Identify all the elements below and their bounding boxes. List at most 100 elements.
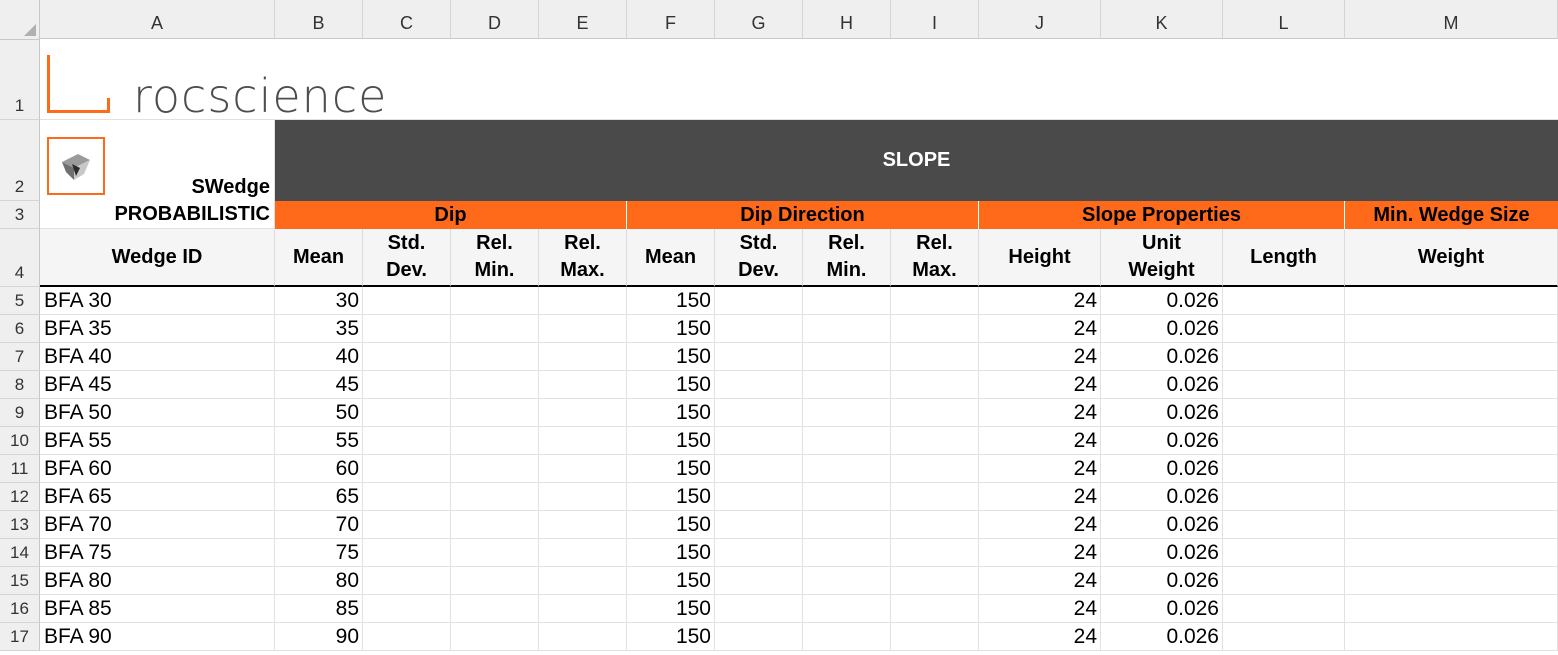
height-cell[interactable]: 24 — [979, 455, 1101, 483]
row-header-11[interactable]: 11 — [0, 455, 40, 483]
row-header-10[interactable]: 10 — [0, 427, 40, 455]
cell-i11[interactable] — [891, 455, 979, 483]
wedge-id-cell[interactable]: BFA 80 — [40, 567, 275, 595]
cell-h13[interactable] — [803, 511, 891, 539]
height-cell[interactable]: 24 — [979, 287, 1101, 315]
cell-e13[interactable] — [539, 511, 627, 539]
cell-e17[interactable] — [539, 623, 627, 651]
wedge-id-cell[interactable]: BFA 60 — [40, 455, 275, 483]
height-cell[interactable]: 24 — [979, 371, 1101, 399]
cell-c8[interactable] — [363, 371, 451, 399]
column-header-m[interactable]: M — [1345, 0, 1558, 39]
cell-i7[interactable] — [891, 343, 979, 371]
cell-g6[interactable] — [715, 315, 803, 343]
cell-e11[interactable] — [539, 455, 627, 483]
dip-direction-mean-cell[interactable]: 150 — [627, 595, 715, 623]
cell-m15[interactable] — [1345, 567, 1558, 595]
cell-h11[interactable] — [803, 455, 891, 483]
cell-e12[interactable] — [539, 483, 627, 511]
cell-c13[interactable] — [363, 511, 451, 539]
cell-i16[interactable] — [891, 595, 979, 623]
dip-direction-mean-cell[interactable]: 150 — [627, 343, 715, 371]
column-header-c[interactable]: C — [363, 0, 451, 39]
cell-g10[interactable] — [715, 427, 803, 455]
cell-c14[interactable] — [363, 539, 451, 567]
cell-m9[interactable] — [1345, 399, 1558, 427]
wedge-id-cell[interactable]: BFA 55 — [40, 427, 275, 455]
cell-d8[interactable] — [451, 371, 539, 399]
cell-i9[interactable] — [891, 399, 979, 427]
cell-e16[interactable] — [539, 595, 627, 623]
column-header-g[interactable]: G — [715, 0, 803, 39]
dip-mean-cell[interactable]: 75 — [275, 539, 363, 567]
row-header-3[interactable]: 3 — [0, 201, 40, 229]
column-header-e[interactable]: E — [539, 0, 627, 39]
dip-direction-mean-cell[interactable]: 150 — [627, 287, 715, 315]
cell-l5[interactable] — [1223, 287, 1345, 315]
cell-h15[interactable] — [803, 567, 891, 595]
row-header-16[interactable]: 16 — [0, 595, 40, 623]
dip-direction-mean-cell[interactable]: 150 — [627, 567, 715, 595]
row-header-15[interactable]: 15 — [0, 567, 40, 595]
cell-e10[interactable] — [539, 427, 627, 455]
cell-m7[interactable] — [1345, 343, 1558, 371]
cell-m8[interactable] — [1345, 371, 1558, 399]
dip-mean-cell[interactable]: 70 — [275, 511, 363, 539]
cell-h6[interactable] — [803, 315, 891, 343]
cell-d13[interactable] — [451, 511, 539, 539]
cell-i12[interactable] — [891, 483, 979, 511]
height-cell[interactable]: 24 — [979, 595, 1101, 623]
row-header-17[interactable]: 17 — [0, 623, 40, 651]
unit-weight-cell[interactable]: 0.026 — [1101, 427, 1223, 455]
cell-m6[interactable] — [1345, 315, 1558, 343]
height-cell[interactable]: 24 — [979, 567, 1101, 595]
row-header-7[interactable]: 7 — [0, 343, 40, 371]
wedge-id-cell[interactable]: BFA 90 — [40, 623, 275, 651]
wedge-id-cell[interactable]: BFA 35 — [40, 315, 275, 343]
wedge-id-cell[interactable]: BFA 85 — [40, 595, 275, 623]
cell-d12[interactable] — [451, 483, 539, 511]
dip-mean-cell[interactable]: 90 — [275, 623, 363, 651]
wedge-id-cell[interactable]: BFA 45 — [40, 371, 275, 399]
height-cell[interactable]: 24 — [979, 399, 1101, 427]
row-header-13[interactable]: 13 — [0, 511, 40, 539]
cell-c10[interactable] — [363, 427, 451, 455]
cell-c15[interactable] — [363, 567, 451, 595]
column-header-f[interactable]: F — [627, 0, 715, 39]
cell-i5[interactable] — [891, 287, 979, 315]
unit-weight-cell[interactable]: 0.026 — [1101, 539, 1223, 567]
cell-d16[interactable] — [451, 595, 539, 623]
cell-c17[interactable] — [363, 623, 451, 651]
row-header-5[interactable]: 5 — [0, 287, 40, 315]
cell-c11[interactable] — [363, 455, 451, 483]
cell-l17[interactable] — [1223, 623, 1345, 651]
dip-direction-mean-cell[interactable]: 150 — [627, 623, 715, 651]
cell-c7[interactable] — [363, 343, 451, 371]
cell-e9[interactable] — [539, 399, 627, 427]
dip-direction-mean-cell[interactable]: 150 — [627, 483, 715, 511]
column-header-k[interactable]: K — [1101, 0, 1223, 39]
unit-weight-cell[interactable]: 0.026 — [1101, 343, 1223, 371]
cell-i17[interactable] — [891, 623, 979, 651]
cell-h17[interactable] — [803, 623, 891, 651]
cell-m10[interactable] — [1345, 427, 1558, 455]
cell-m16[interactable] — [1345, 595, 1558, 623]
cell-g16[interactable] — [715, 595, 803, 623]
cell-g5[interactable] — [715, 287, 803, 315]
cell-d7[interactable] — [451, 343, 539, 371]
cell-i6[interactable] — [891, 315, 979, 343]
cell-h10[interactable] — [803, 427, 891, 455]
cell-d9[interactable] — [451, 399, 539, 427]
dip-mean-cell[interactable]: 45 — [275, 371, 363, 399]
cell-m14[interactable] — [1345, 539, 1558, 567]
cell-c16[interactable] — [363, 595, 451, 623]
cell-i10[interactable] — [891, 427, 979, 455]
unit-weight-cell[interactable]: 0.026 — [1101, 315, 1223, 343]
wedge-id-cell[interactable]: BFA 65 — [40, 483, 275, 511]
cell-l11[interactable] — [1223, 455, 1345, 483]
unit-weight-cell[interactable]: 0.026 — [1101, 287, 1223, 315]
cell-d15[interactable] — [451, 567, 539, 595]
column-header-h[interactable]: H — [803, 0, 891, 39]
cell-c5[interactable] — [363, 287, 451, 315]
cell-g11[interactable] — [715, 455, 803, 483]
